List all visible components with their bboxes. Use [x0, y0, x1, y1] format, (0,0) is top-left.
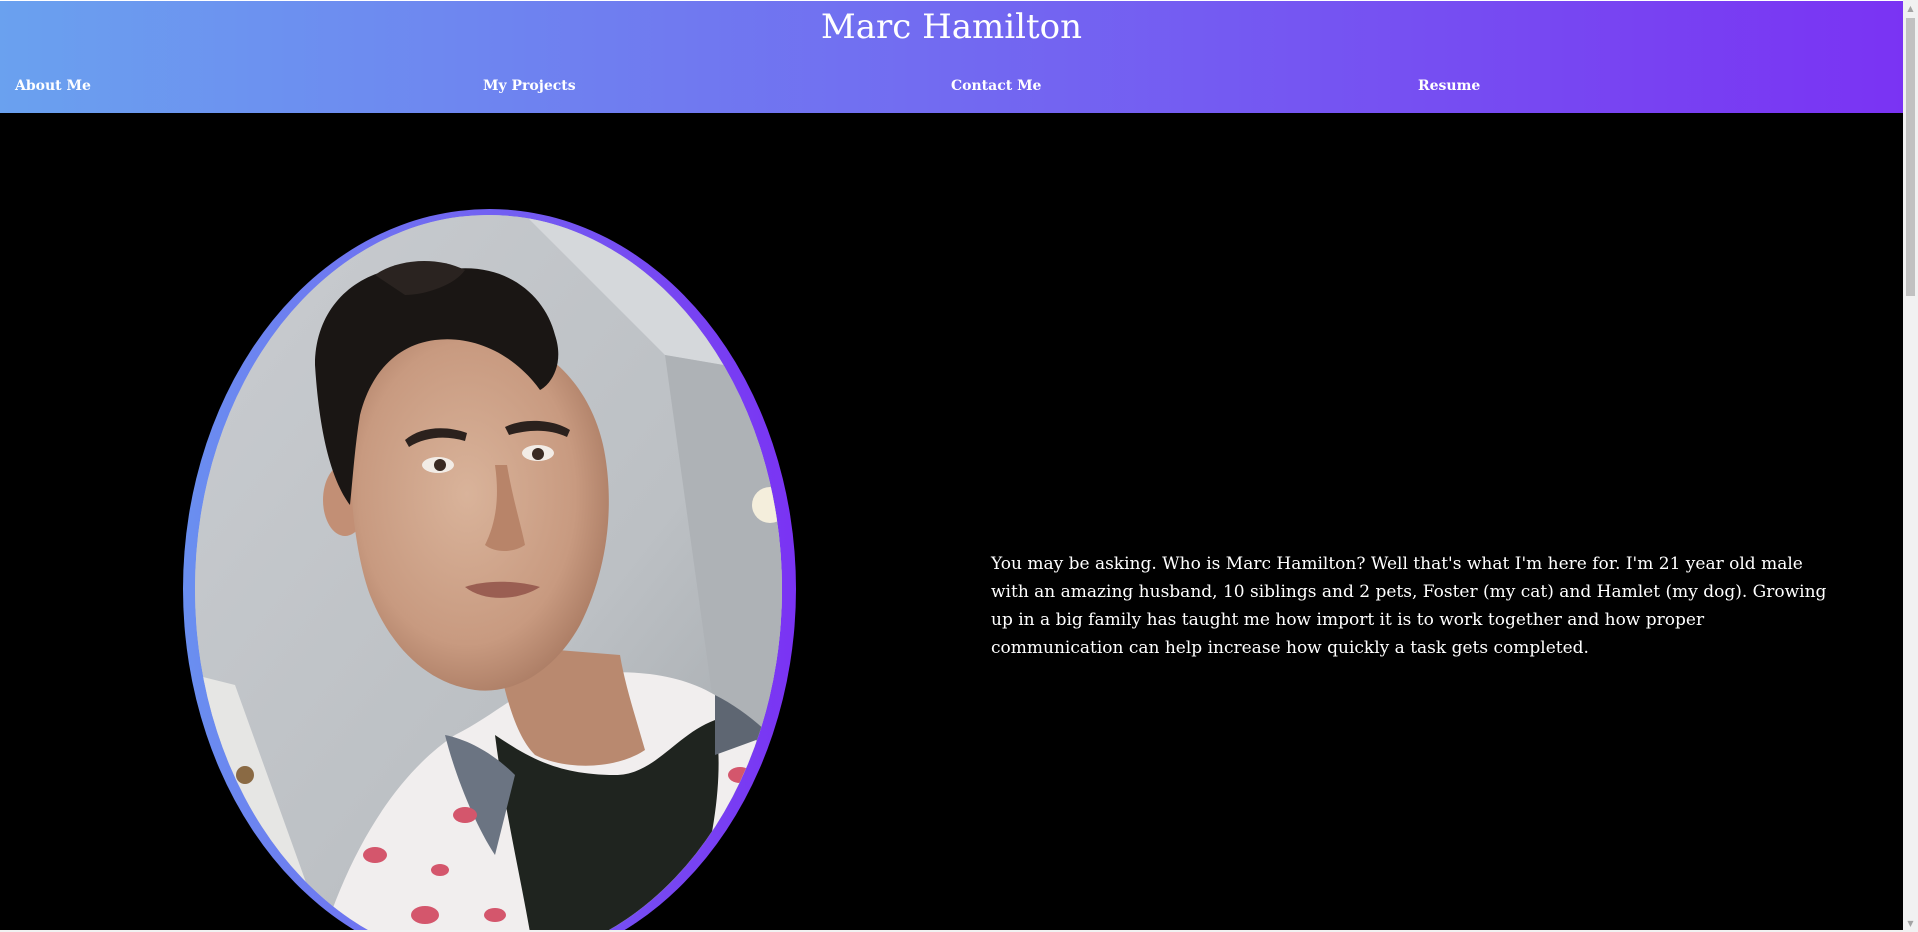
- main-nav: About Me My Projects Contact Me Resume: [0, 75, 1903, 97]
- about-bio: You may be asking. Who is Marc Hamilton?…: [991, 554, 1827, 658]
- portrait-frame: [183, 209, 796, 932]
- nav-resume[interactable]: Resume: [1418, 75, 1480, 97]
- scroll-down-arrow-icon[interactable]: ▼: [1903, 915, 1918, 932]
- nav-my-projects[interactable]: My Projects: [483, 75, 576, 97]
- vertical-scrollbar[interactable]: ▲ ▼: [1903, 0, 1918, 932]
- scroll-up-arrow-icon[interactable]: ▲: [1903, 0, 1918, 17]
- nav-about-me[interactable]: About Me: [15, 75, 91, 97]
- page: Marc Hamilton About Me My Projects Conta…: [0, 0, 1918, 932]
- site-title: Marc Hamilton: [820, 7, 1083, 47]
- portrait-photo: [195, 215, 782, 932]
- nav-contact-me[interactable]: Contact Me: [951, 75, 1041, 97]
- site-header: Marc Hamilton About Me My Projects Conta…: [0, 1, 1903, 113]
- scroll-thumb[interactable]: [1906, 18, 1915, 296]
